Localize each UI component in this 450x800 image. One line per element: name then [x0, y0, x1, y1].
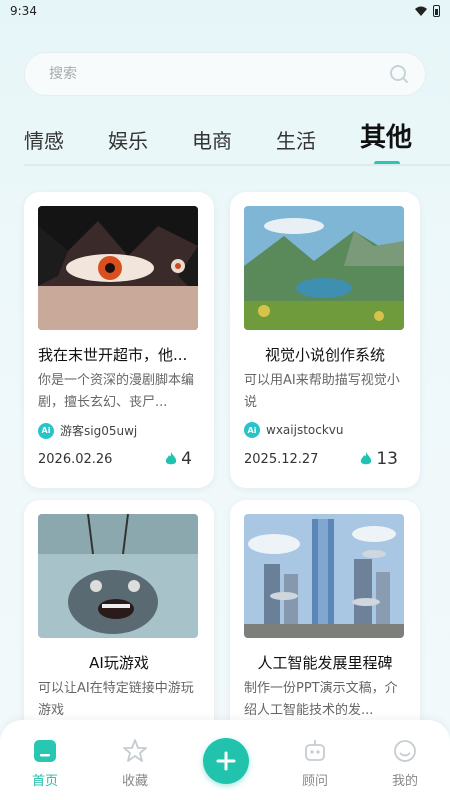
- card-title: AI玩游戏: [89, 654, 149, 672]
- wifi-icon: [415, 6, 427, 16]
- search-bar[interactable]: [24, 52, 426, 96]
- author-name: wxaijstockvu: [266, 423, 344, 437]
- card-image-cartoon-monster: [38, 514, 198, 638]
- card-item[interactable]: AI玩游戏 可以让AI在特定链接中游玩游戏: [24, 500, 214, 740]
- card-hot-count: 13: [360, 449, 398, 469]
- star-icon: [123, 739, 147, 762]
- tabs-divider: [24, 164, 450, 166]
- card-item[interactable]: 我在末世开超市，他... 你是一个资深的漫剧脚本编剧，擅长玄幻、丧尸... Ai…: [24, 192, 214, 488]
- home-icon: [34, 740, 56, 762]
- card-description: 可以用AI来帮助描写视觉小说: [244, 373, 400, 410]
- card-author: Ai 游客sig05uwj: [38, 422, 137, 439]
- tab-other[interactable]: 其他: [360, 117, 412, 166]
- tab-ecommerce[interactable]: 电商: [192, 125, 232, 162]
- card-description: 你是一个资深的漫剧脚本编剧，擅长玄幻、丧尸...: [38, 373, 195, 410]
- card-image-future-city: [244, 514, 404, 638]
- status-icons: [415, 5, 440, 17]
- nav-favorites[interactable]: 收藏: [105, 738, 165, 789]
- tab-emotion[interactable]: 情感: [24, 125, 64, 162]
- tab-life[interactable]: 生活: [276, 125, 316, 162]
- card-title: 视觉小说创作系统: [264, 346, 385, 364]
- card-item[interactable]: 视觉小说创作系统 可以用AI来帮助描写视觉小说 Ai wxaijstockvu …: [230, 192, 420, 488]
- ai-badge-icon: Ai: [38, 422, 54, 439]
- card-image-landscape-lake: [244, 206, 404, 330]
- nav-mine-label: 我的: [391, 774, 418, 789]
- category-tabs: 情感 娱乐 电商 生活 其他: [24, 117, 450, 166]
- search-icon[interactable]: [389, 64, 409, 84]
- card-date: 2025.12.27: [244, 452, 319, 467]
- search-input[interactable]: [49, 66, 349, 82]
- card-author: Ai wxaijstockvu: [244, 422, 344, 438]
- robot-icon: [305, 740, 325, 761]
- nav-home[interactable]: 首页: [15, 738, 75, 789]
- flame-icon: [361, 452, 372, 465]
- card-image-anime-eye: [38, 206, 198, 330]
- nav-favorites-label: 收藏: [121, 774, 148, 789]
- smile-icon: [394, 740, 416, 762]
- card-title: 人工智能发展里程碑: [257, 654, 393, 672]
- author-name: 游客sig05uwj: [60, 424, 138, 438]
- tab-entertainment[interactable]: 娱乐: [108, 125, 148, 162]
- nav-mine[interactable]: 我的: [375, 738, 435, 789]
- status-bar: 9:34: [0, 0, 450, 22]
- plus-icon: [216, 751, 236, 771]
- nav-advisor-label: 顾问: [301, 774, 328, 789]
- hot-value: 4: [181, 449, 192, 469]
- flame-icon: [165, 452, 177, 465]
- card-item[interactable]: 人工智能发展里程碑 制作一份PPT演示文稿，介绍人工智能技术的发...: [230, 500, 420, 740]
- hot-value: 13: [376, 449, 398, 469]
- card-description: 制作一份PPT演示文稿，介绍人工智能技术的发...: [244, 681, 398, 718]
- nav-advisor[interactable]: 顾问: [285, 738, 345, 789]
- card-hot-count: 4: [165, 449, 192, 469]
- card-description: 可以让AI在特定链接中游玩游戏: [38, 681, 194, 718]
- card-date: 2026.02.26: [38, 452, 113, 467]
- status-time: 9:34: [10, 4, 37, 18]
- nav-home-label: 首页: [31, 774, 58, 789]
- battery-icon: [433, 5, 440, 17]
- ai-badge-icon: Ai: [244, 422, 260, 438]
- card-title: 我在末世开超市，他...: [38, 346, 188, 364]
- create-button[interactable]: [203, 738, 249, 784]
